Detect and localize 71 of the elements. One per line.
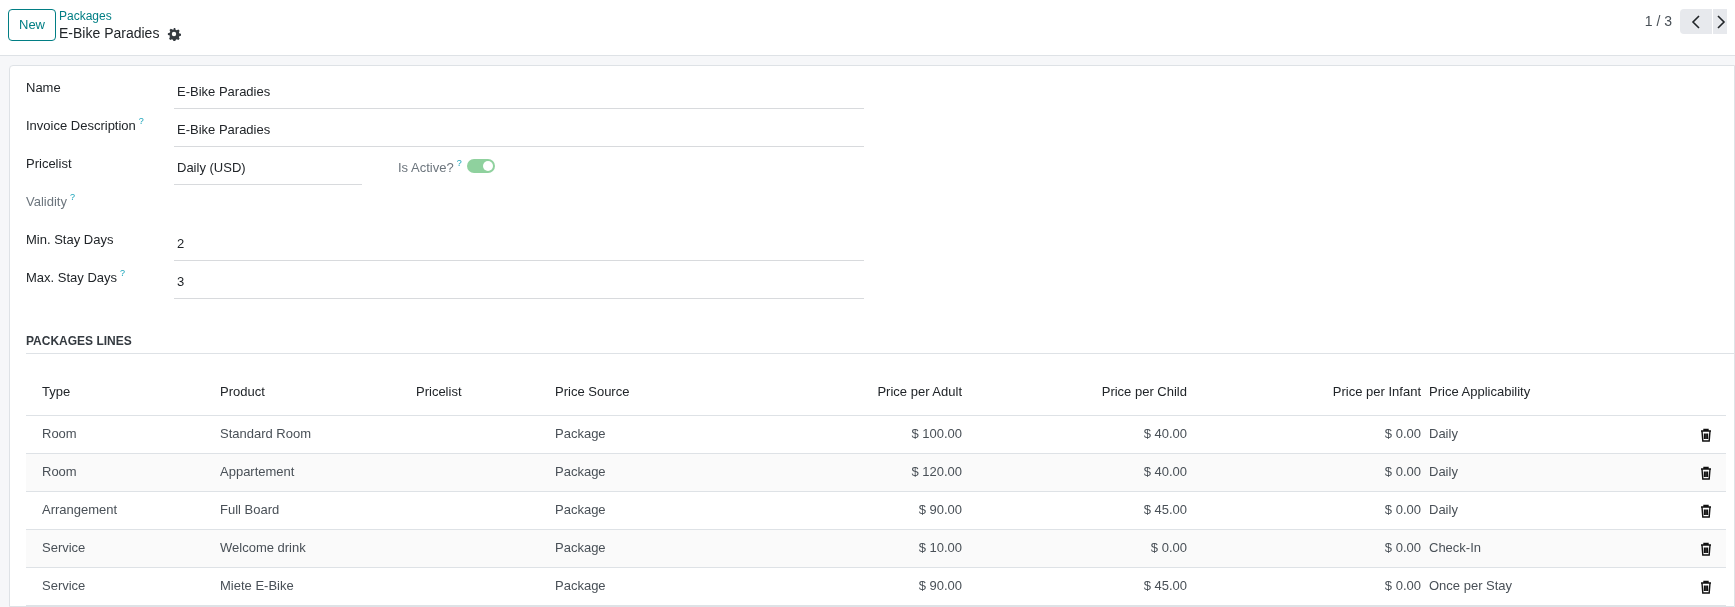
table-cell: $ 0.00	[1191, 529, 1425, 567]
input-field[interactable]: Daily (USD)	[174, 154, 362, 185]
trash-icon[interactable]	[1700, 579, 1712, 594]
field-label: Validity	[26, 193, 67, 211]
field-label: Name	[26, 79, 61, 97]
table-cell: $ 100.00	[711, 415, 966, 453]
table-cell: $ 0.00	[1191, 453, 1425, 491]
table-cell: Appartement	[216, 453, 412, 491]
table-cell: Package	[551, 453, 711, 491]
table-cell: Full Board	[216, 491, 412, 529]
table-cell: $ 0.00	[1191, 415, 1425, 453]
field-label: Invoice Description	[26, 117, 136, 135]
table-cell: Package	[551, 415, 711, 453]
table-cell: Room	[26, 453, 216, 491]
table-cell: Standard Room	[216, 415, 412, 453]
table-cell: Service	[26, 567, 216, 605]
trash-icon[interactable]	[1700, 503, 1712, 518]
table-cell: Check-In	[1425, 529, 1640, 567]
table-cell: $ 0.00	[966, 529, 1191, 567]
pager-text: 1 / 3	[1644, 12, 1672, 31]
table-cell: Service	[26, 529, 216, 567]
table-cell: Once per Stay	[1425, 567, 1640, 605]
previous-button[interactable]	[1680, 9, 1712, 34]
breadcrumb-link[interactable]: Packages	[59, 8, 112, 25]
input-field[interactable]: 2	[174, 230, 864, 261]
table-cell: Daily	[1425, 415, 1640, 453]
column-header[interactable]: Product	[216, 368, 412, 415]
table-cell: $ 0.00	[1191, 567, 1425, 605]
table-cell: $ 40.00	[966, 453, 1191, 491]
chevron-left-icon	[1691, 14, 1701, 29]
chevron-right-icon	[1716, 14, 1726, 29]
table-cell: Daily	[1425, 453, 1640, 491]
trash-icon[interactable]	[1700, 465, 1712, 480]
table-cell: Room	[26, 415, 216, 453]
column-header[interactable]: Pricelist	[412, 368, 551, 415]
table-cell: $ 40.00	[966, 415, 1191, 453]
field-label: Max. Stay Days	[26, 269, 118, 287]
table-cell: Welcome drink	[216, 529, 412, 567]
table-cell: Package	[551, 567, 711, 605]
table-cell: Arrangement	[26, 491, 216, 529]
table-cell: $ 90.00	[711, 491, 966, 529]
column-header[interactable]: Type	[26, 368, 216, 415]
input-field[interactable]: E-Bike Paradies	[174, 78, 864, 109]
table-cell: Package	[551, 529, 711, 567]
column-header[interactable]: Price per Child	[966, 368, 1191, 415]
table-cell: Package	[551, 491, 711, 529]
record-title: E-Bike Paradies	[59, 25, 160, 42]
field-label: Pricelist	[26, 155, 72, 173]
active-toggle[interactable]	[466, 159, 495, 173]
table-cell: $ 120.00	[711, 453, 966, 491]
table-cell: $ 45.00	[966, 567, 1191, 605]
table-cell: Miete E-Bike	[216, 567, 412, 605]
field-label: Min. Stay Days	[26, 231, 114, 249]
table-cell: $ 90.00	[711, 567, 966, 605]
table-cell: $ 0.00	[1191, 491, 1425, 529]
trash-icon[interactable]	[1700, 541, 1712, 556]
input-field[interactable]: E-Bike Paradies	[174, 116, 864, 147]
column-header[interactable]: Price Applicability	[1425, 368, 1640, 415]
trash-icon[interactable]	[1700, 427, 1712, 442]
new-button[interactable]: New	[8, 9, 56, 41]
input-field[interactable]: 3	[174, 268, 864, 299]
table-cell: Daily	[1425, 491, 1640, 529]
settings-icon[interactable]	[167, 26, 182, 41]
column-header[interactable]: Price per Infant	[1191, 368, 1425, 415]
next-button[interactable]	[1713, 9, 1727, 34]
column-header[interactable]: Price Source	[551, 368, 711, 415]
column-header[interactable]: Price per Adult	[711, 368, 966, 415]
toggle-label: Is Active?	[398, 159, 454, 177]
section-title: PACKAGES LINES	[26, 332, 1735, 354]
table-cell: $ 45.00	[966, 491, 1191, 529]
table-cell: $ 10.00	[711, 529, 966, 567]
